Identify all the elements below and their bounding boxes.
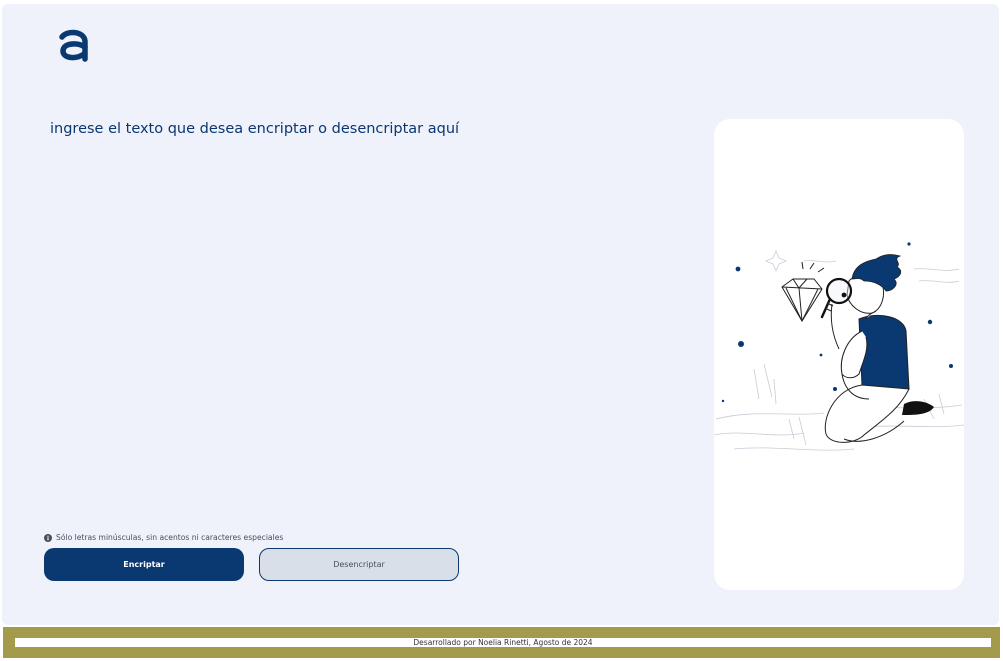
diamond-icon [781, 261, 825, 322]
footer-text: Desarrollado por Noelia Rinetti, Agosto … [15, 638, 991, 647]
hint-message: Sólo letras minúsculas, sin acentos ni c… [44, 533, 283, 542]
info-icon [44, 533, 52, 542]
main-page: Sólo letras minúsculas, sin acentos ni c… [2, 4, 999, 625]
output-panel [714, 119, 964, 590]
app-window: Sólo letras minúsculas, sin acentos ni c… [0, 0, 1003, 661]
footer: Desarrollado por Noelia Rinetti, Agosto … [3, 627, 1000, 658]
encrypt-button[interactable]: Encriptar [44, 548, 244, 581]
hint-text: Sólo letras minúsculas, sin acentos ni c… [56, 533, 284, 542]
alura-logo-icon [59, 29, 88, 62]
text-input[interactable] [50, 120, 670, 500]
decrypt-button[interactable]: Desencriptar [259, 548, 459, 581]
person-with-magnifying-glass-illustration [714, 242, 964, 451]
